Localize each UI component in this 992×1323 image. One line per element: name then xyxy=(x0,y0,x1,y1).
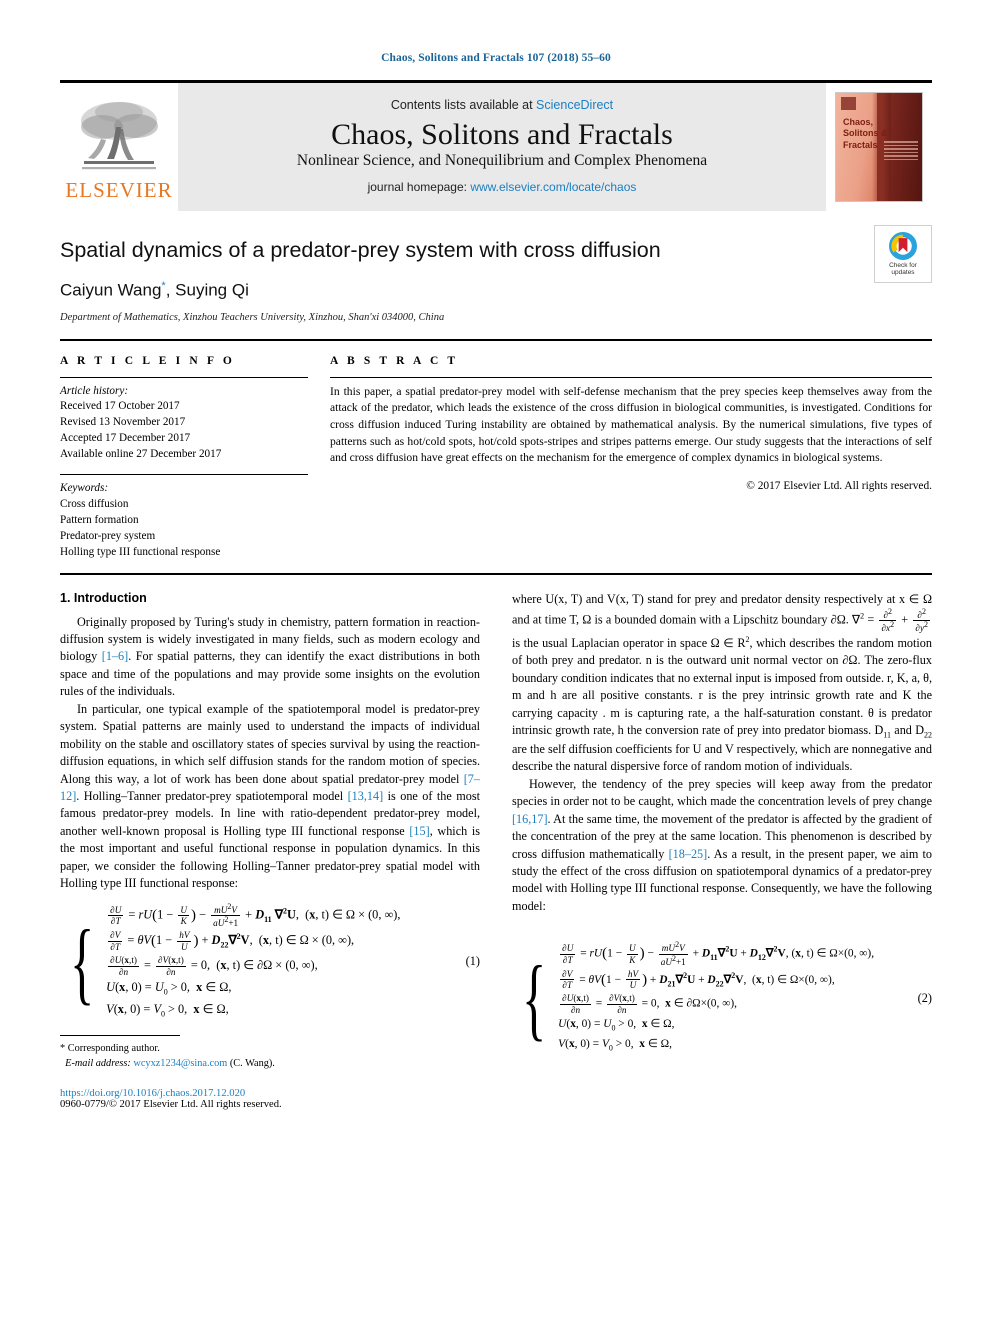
keyword-item: Holling type III functional response xyxy=(60,545,221,558)
keyword-item: Predator-prey system xyxy=(60,529,156,542)
body-columns: 1. Introduction Originally proposed by T… xyxy=(60,572,932,1111)
citation-ref-18-25[interactable]: [18–25] xyxy=(669,847,708,861)
citation-ref-15[interactable]: [15] xyxy=(409,824,429,838)
equation-2-number: (2) xyxy=(917,990,932,1005)
history-revised: Revised 13 November 2017 xyxy=(60,416,186,429)
history-accepted: Accepted 17 December 2017 xyxy=(60,432,191,445)
abstract-text: In this paper, a spatial predator-prey m… xyxy=(330,384,932,465)
paper-page: Chaos, Solitons and Fractals 107 (2018) … xyxy=(0,0,992,1323)
sciencedirect-link[interactable]: ScienceDirect xyxy=(536,98,613,112)
abstract-column: A B S T R A C T In this paper, a spatial… xyxy=(330,355,932,561)
footnote-email-link[interactable]: wcyxz1234@sina.com xyxy=(133,1058,227,1069)
issn-copyright: 0960-0779/© 2017 Elsevier Ltd. All right… xyxy=(60,1099,282,1111)
intro-p2-part-b: . Holling–Tanner predator-prey spatiotem… xyxy=(76,788,348,803)
elsevier-wordmark: ELSEVIER xyxy=(65,178,173,202)
right-p1-part-d: and D xyxy=(891,723,925,737)
article-history-label: Article history: xyxy=(60,384,129,397)
keyword-item: Cross diffusion xyxy=(60,497,129,510)
cover-elsevier-mark-icon xyxy=(841,97,856,110)
journal-homepage-link[interactable]: www.elsevier.com/locate/chaos xyxy=(470,180,636,194)
keywords-label: Keywords: xyxy=(60,482,109,495)
author-secondary: , Suying Qi xyxy=(165,280,249,300)
footnote-email-label: E-mail address: xyxy=(65,1058,131,1070)
keyword-item: Pattern formation xyxy=(60,513,139,526)
abstract-heading: A B S T R A C T xyxy=(330,354,459,367)
equation-2-line-3: ∂U(x,t) ∂n = ∂V(x,t) ∂n = 0, x ∈ ∂Ω×(0, ∞)… xyxy=(560,993,737,1015)
equation-2-lines: ∂U ∂T = rU(1 − U K) − mU2V aU2+1 + D11∇2U +… xyxy=(558,940,911,1055)
section-heading-introduction: 1. Introduction xyxy=(60,590,147,605)
citation-ref-1-6[interactable]: [1–6] xyxy=(102,649,128,663)
contents-prefix: Contents lists available at xyxy=(390,97,537,112)
intro-paragraph-2: In particular, one typical example of th… xyxy=(60,701,480,893)
intro-p2-part-a: In particular, one typical example of th… xyxy=(60,701,480,786)
equation-1-line-1: ∂U ∂T = rU(1 − U K) − mU2V aU2+1 + D11 ∇2U,… xyxy=(108,901,401,929)
citation-ref-16-17[interactable]: [16,17] xyxy=(512,812,548,826)
citation-ref-13-14[interactable]: [13,14] xyxy=(348,789,384,803)
body-column-right: where U(x, T) and V(x, T) stand for prey… xyxy=(512,591,932,1111)
equation-1-lines: ∂U ∂T = rU(1 − U K) − mU2V aU2+1 + D11 ∇2U,… xyxy=(106,901,459,1022)
elsevier-tree-icon xyxy=(81,102,158,170)
history-available-online: Available online 27 December 2017 xyxy=(60,448,222,461)
equation-1-line-3: ∂U(x,t) ∂n = ∂V(x,t) ∂n = 0, (x, t) ∈ ∂Ω ×… xyxy=(108,955,318,977)
cover-image: Chaos, Solitons & Fractals xyxy=(835,92,923,202)
right-p1-part-a: where U(x, T) and V(x, T) stand for prey… xyxy=(512,591,932,627)
journal-title: Chaos, Solitons and Fractals xyxy=(331,117,673,151)
equation-1-block: { ∂U ∂T = rU(1 − U K) − mU2V aU2+1 + D11 ∇2… xyxy=(60,901,480,1022)
equation-1-line-2: ∂V ∂T = θV(1 − hV U) + D22∇2V, (x, t) ∈ Ω … xyxy=(108,930,355,952)
journal-homepage-line: journal homepage: www.elsevier.com/locat… xyxy=(188,180,816,194)
equation-2-line-2: ∂V ∂T = θV(1 − hV U) + D21∇2U + D22∇2V, (x… xyxy=(560,969,835,991)
footnote-rule xyxy=(60,1035,180,1037)
cover-text-lines xyxy=(884,141,918,162)
equation-1-number: (1) xyxy=(465,954,480,969)
equation-1-line-4: U(x, 0) = U0 > 0, x ∈ Ω, xyxy=(106,979,232,997)
keywords-rule xyxy=(60,474,308,476)
right-p1-part-b: is the usual Laplacian operator in space… xyxy=(512,635,746,650)
contents-available-line: Contents lists available at ScienceDirec… xyxy=(188,98,816,112)
crossmark-badge[interactable]: Check for updates xyxy=(874,225,932,283)
right-p2-part-a: However, the tendency of the prey specie… xyxy=(512,776,932,809)
author-list: Caiyun Wang*, Suying Qi xyxy=(60,280,932,301)
article-info-column: A R T I C L E I N F O Article history: R… xyxy=(60,355,330,561)
right-p1-part-e: are the self diffusion coefficients for … xyxy=(512,741,932,774)
affiliation: Department of Mathematics, Xinzhou Teach… xyxy=(60,311,445,323)
journal-cover-thumbnail: Chaos, Solitons & Fractals xyxy=(826,83,932,211)
info-abstract-region: A R T I C L E I N F O Article history: R… xyxy=(60,341,932,571)
masthead-center: Contents lists available at ScienceDirec… xyxy=(178,83,826,211)
footnote-area: * Corresponding author. E-mail address: … xyxy=(60,1035,480,1110)
title-block: Spatial dynamics of a predator-prey syst… xyxy=(60,211,932,323)
doi-block: https://doi.org/10.1016/j.chaos.2017.12.… xyxy=(60,1088,480,1110)
article-info-heading: A R T I C L E I N F O xyxy=(60,354,235,367)
abstract-rule xyxy=(330,376,932,378)
page-title: Spatial dynamics of a predator-prey syst… xyxy=(60,238,661,262)
equation-2-line-4: U(x, 0) = U0 > 0, x ∈ Ω, xyxy=(558,1017,675,1033)
equation-2-line-1: ∂U ∂T = rU(1 − U K) − mU2V aU2+1 + D11∇2U +… xyxy=(560,940,875,967)
journal-subtitle: Nonlinear Science, and Nonequilibrium an… xyxy=(296,152,708,170)
footnote-corresponding-author: * Corresponding author. xyxy=(60,1043,160,1055)
crossmark-line2: updates xyxy=(891,269,915,276)
doi-link[interactable]: https://doi.org/10.1016/j.chaos.2017.12.… xyxy=(60,1088,480,1099)
elsevier-logo: ELSEVIER xyxy=(60,83,178,211)
right-paragraph-2: However, the tendency of the prey specie… xyxy=(512,776,932,916)
running-head: Chaos, Solitons and Fractals 107 (2018) … xyxy=(381,52,611,64)
crossmark-label: Check for updates xyxy=(889,262,917,277)
abstract-copyright: © 2017 Elsevier Ltd. All rights reserved… xyxy=(746,479,932,492)
homepage-prefix: journal homepage: xyxy=(367,180,471,195)
footnote-email-suffix: (C. Wang). xyxy=(229,1058,275,1070)
right-p1-part-c: , which describes the random motion of b… xyxy=(512,635,932,737)
equation-2-block: { ∂U ∂T = rU(1 − U K) − mU2V aU2+1 + D11∇2U… xyxy=(512,940,932,1055)
check-for-updates-icon xyxy=(889,231,917,260)
intro-paragraph-1: Originally proposed by Turing's study in… xyxy=(60,614,480,701)
journal-masthead: ELSEVIER Contents lists available at Sci… xyxy=(60,80,932,211)
body-column-left: 1. Introduction Originally proposed by T… xyxy=(60,590,480,1110)
crossmark-line1: Check for xyxy=(889,261,917,269)
equation-2-line-5: V(x, 0) = V0 > 0, x ∈ Ω, xyxy=(558,1037,672,1053)
right-paragraph-1: where U(x, T) and V(x, T) stand for prey… xyxy=(512,591,933,774)
history-received: Received 17 October 2017 xyxy=(60,400,180,413)
article-info-rule xyxy=(60,376,308,378)
author-primary: Caiyun Wang xyxy=(60,280,162,300)
footnote-email-line: E-mail address: wcyxz1234@sina.com (C. W… xyxy=(60,1057,480,1072)
equation-1-line-5: V(x, 0) = V0 > 0, x ∈ Ω, xyxy=(106,1002,229,1019)
